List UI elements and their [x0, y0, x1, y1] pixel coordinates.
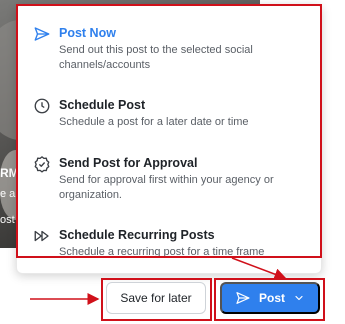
menu-item-title: Schedule Post	[59, 98, 146, 112]
chevron-down-icon	[295, 295, 303, 301]
menu-item-description: Send out this post to the selected socia…	[59, 44, 253, 71]
menu-item-description: Schedule a post for a later date or time	[59, 116, 249, 128]
badge-check-icon	[34, 156, 50, 173]
preview-text: ost	[0, 214, 15, 226]
clock-icon	[34, 98, 50, 114]
menu-item-description: Send for approval first within your agen…	[59, 174, 274, 201]
send-icon	[34, 27, 50, 41]
menu-item-title: Send Post for Approval	[59, 156, 198, 170]
post-button-label: Post	[258, 291, 285, 305]
post-button[interactable]: Post	[220, 282, 320, 314]
menu-item-description: Schedule a recurring post for a time fra…	[59, 246, 265, 258]
menu-item-schedule-recurring[interactable]: Schedule Recurring Posts Schedule a recu…	[33, 227, 313, 260]
menu-item-schedule-post[interactable]: Schedule Post Schedule a post for a late…	[33, 97, 313, 130]
menu-item-send-for-approval[interactable]: Send Post for Approval Send for approval…	[33, 155, 313, 203]
save-for-later-button[interactable]: Save for later	[106, 282, 206, 314]
double-play-icon	[34, 230, 49, 242]
composer-footer-area: RM e a ost Post Now Send out this post t…	[0, 0, 345, 324]
menu-item-post-now[interactable]: Post Now Send out this post to the selec…	[33, 25, 313, 73]
menu-item-title: Schedule Recurring Posts	[59, 228, 215, 242]
post-options-menu: Post Now Send out this post to the selec…	[16, 4, 322, 274]
send-icon	[236, 292, 250, 304]
menu-item-title: Post Now	[59, 26, 116, 40]
preview-text: e a	[0, 188, 16, 200]
